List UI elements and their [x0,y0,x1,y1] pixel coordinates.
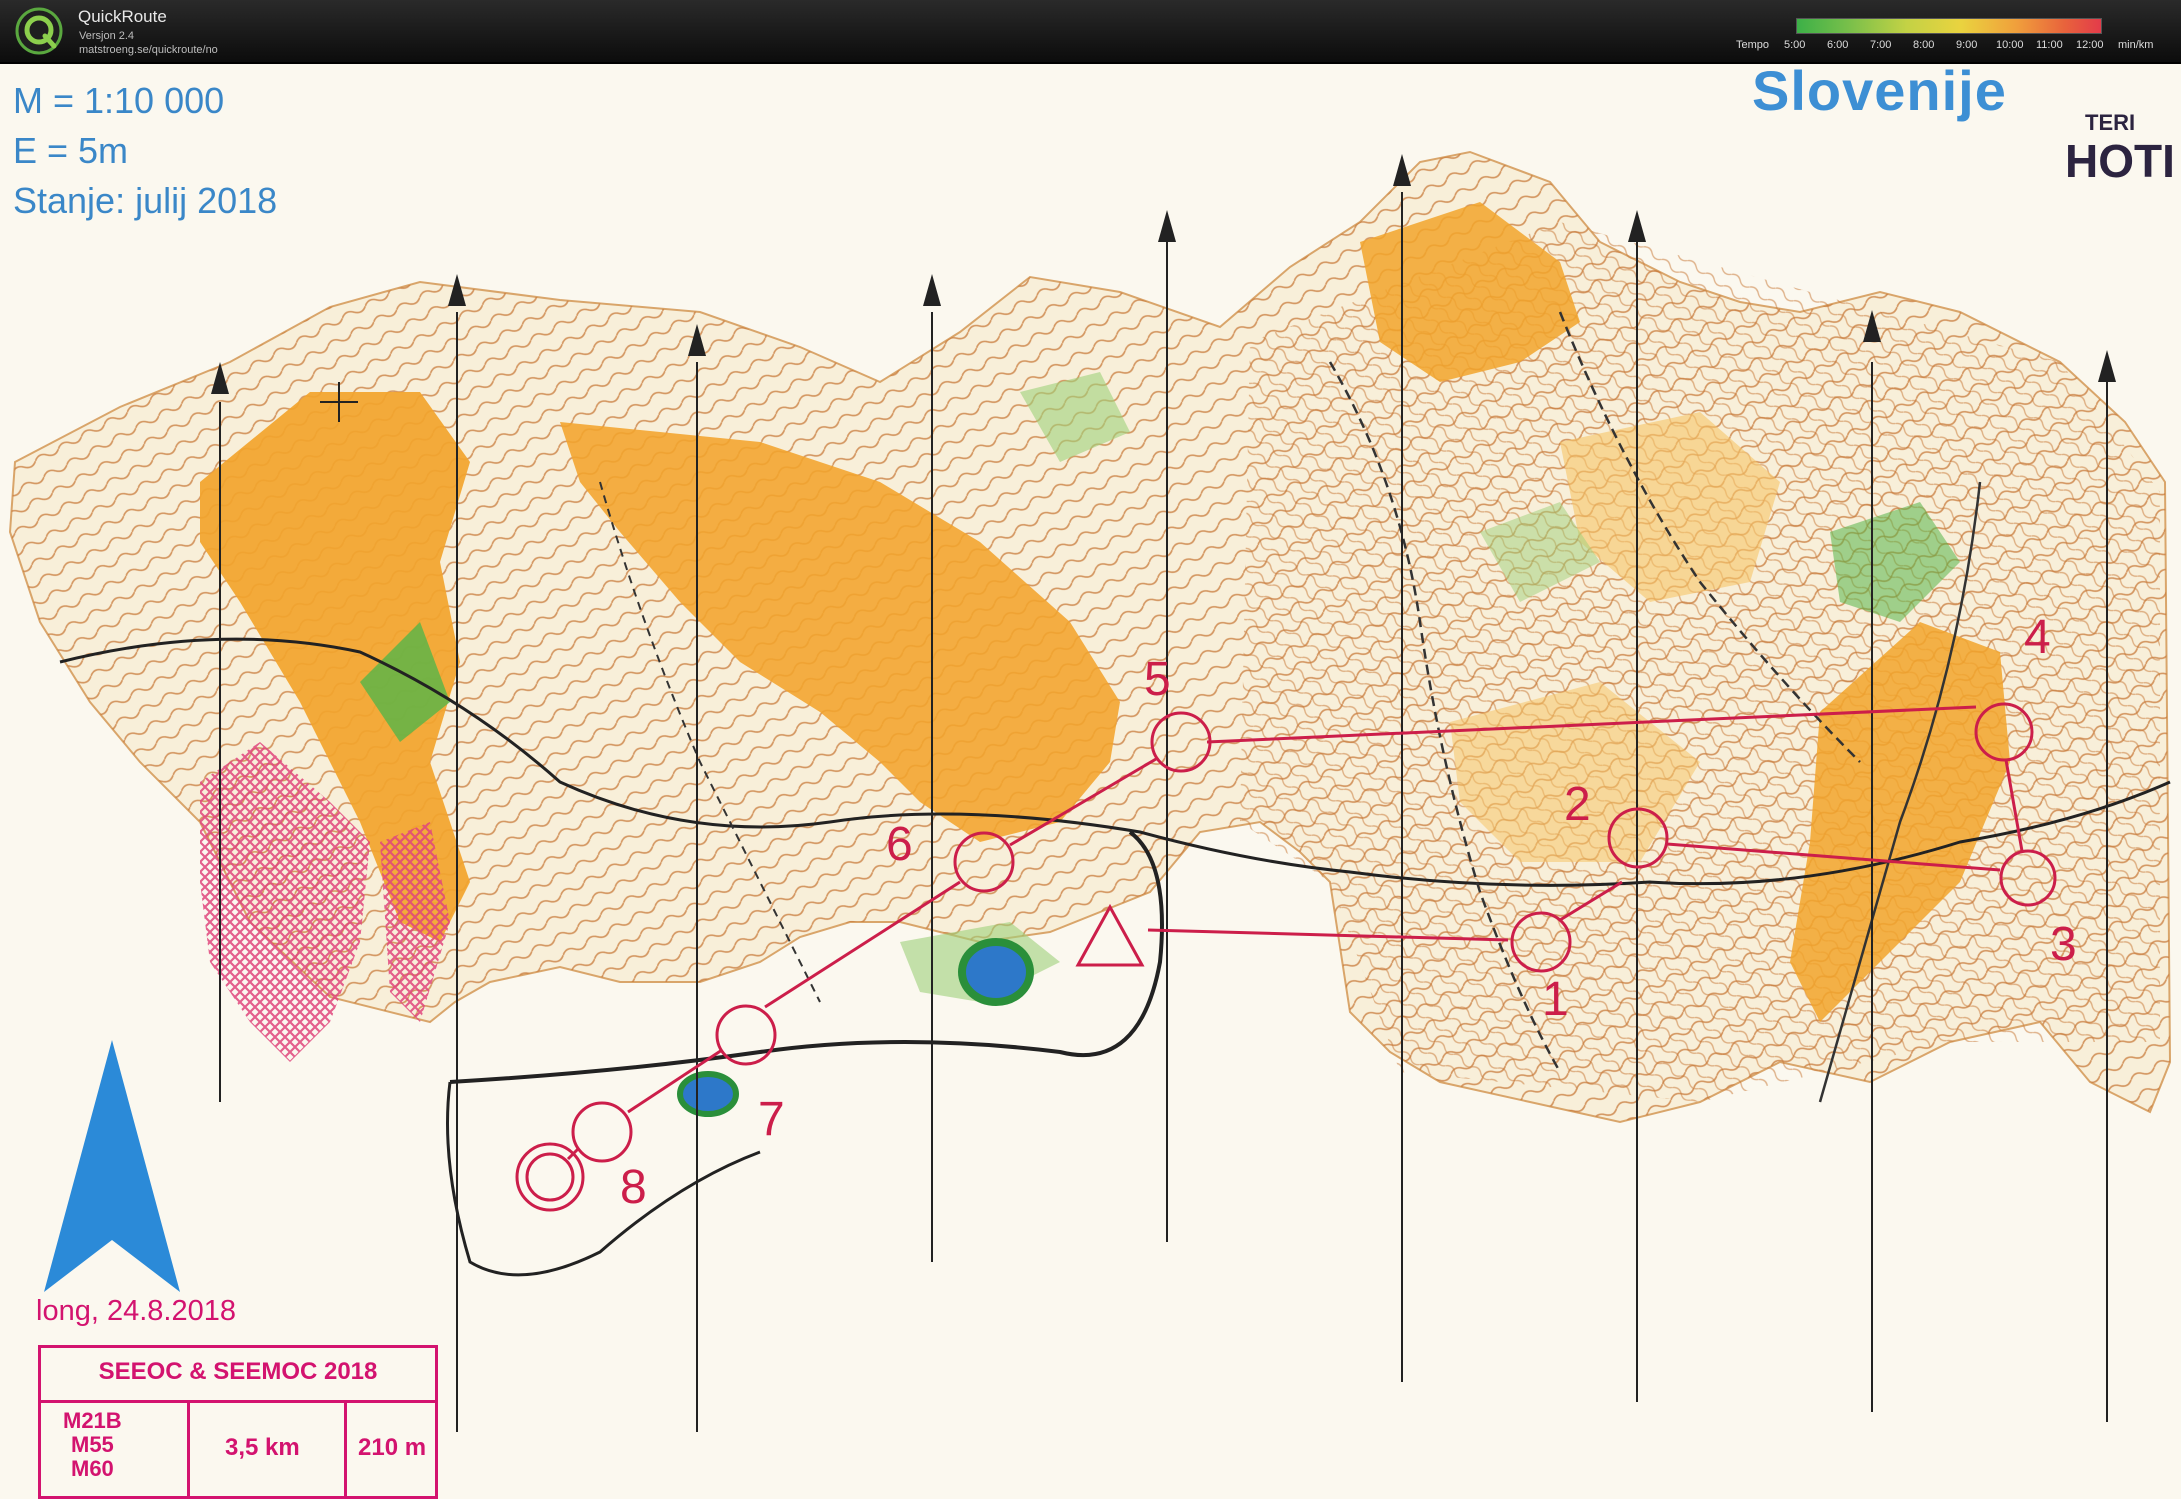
control-number-6: 6 [886,818,913,871]
control-number-8: 8 [620,1161,647,1214]
map-canvas [8,150,2172,1432]
course-climb: 210 m [358,1434,427,1461]
map-date: long, 24.8.2018 [36,1295,236,1327]
map-scale: M = 1:10 000 [13,80,225,121]
map-status: Stanje: julij 2018 [13,180,278,221]
quickroute-logo-icon [15,7,63,55]
control-8 [571,1101,633,1163]
control-number-7: 7 [758,1093,785,1146]
app-url: matstroeng.se/quickroute/no [79,44,218,56]
course-info-box: SEEOC & SEEMOC 2018 M21B M55 M60 3,5 km … [38,1345,438,1499]
app-title-bar: QuickRoute Versjon 2.4 matstroeng.se/qui… [0,0,2181,64]
orienteering-map[interactable]: M = 1:10 000 E = 5m Stanje: julij 2018 S… [0,59,2181,1499]
tempo-tick: 11:00 [2036,39,2063,51]
map-equidistance: E = 5m [13,130,129,171]
pond-water [677,1071,739,1117]
tempo-label: Tempo [1736,39,1770,51]
course-class: M55 [71,1432,114,1457]
info-box-divider [41,1400,435,1403]
event-title: SEEOC & SEEMOC 2018 [98,1358,378,1385]
control-number-2: 2 [1564,778,1591,831]
control-number-3: 3 [2050,918,2077,971]
course-class: M60 [71,1456,114,1481]
north-arrow-icon [44,1040,180,1292]
control-number-4: 4 [2024,611,2051,664]
info-box-divider [344,1400,347,1496]
lake-water [958,938,1034,1006]
control-number-5: 5 [1144,653,1171,706]
hotel-logo-text: HOTI [2065,135,2175,187]
hotel-logo-sub: TERI [2085,110,2136,135]
finish-inner [525,1152,575,1202]
tempo-tick: 10:00 [1996,39,2024,51]
sponsor-logo-text: Slovenije [1752,59,2007,122]
course-length: 3,5 km [225,1434,300,1461]
tempo-tick: 6:00 [1827,39,1849,51]
tempo-tick: 8:00 [1913,39,1935,51]
tempo-unit: min/km [2118,39,2154,51]
control-number-1: 1 [1542,973,1569,1026]
tempo-tick: 5:00 [1784,39,1806,51]
info-box-divider [187,1400,190,1496]
tempo-color-bar [1796,18,2102,34]
app-version: Versjon 2.4 [79,30,135,42]
tempo-tick: 7:00 [1870,39,1892,51]
tempo-tick: 12:00 [2076,39,2104,51]
tempo-tick: 9:00 [1956,39,1978,51]
app-name: QuickRoute [78,7,167,26]
course-class: M21B [63,1408,122,1433]
